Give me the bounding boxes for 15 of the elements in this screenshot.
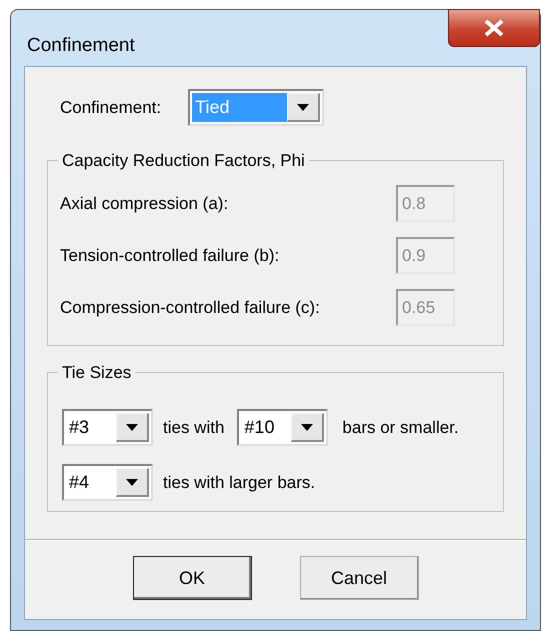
field-label: Axial compression (a): — [60, 192, 230, 215]
field-label: Tension-controlled failure (b): — [60, 244, 280, 267]
tie-text: bars or smaller. — [342, 416, 459, 439]
confinement-label: Confinement: — [60, 96, 162, 119]
field-label: Compression-controlled failure (c): — [60, 296, 321, 319]
close-icon — [483, 19, 505, 37]
dropdown[interactable]: #4 — [62, 464, 153, 501]
dialog-button[interactable]: OK — [132, 556, 252, 600]
dialog-button[interactable]: Cancel — [300, 556, 418, 600]
dropdown[interactable]: #10 — [237, 409, 328, 446]
window-title: Confinement — [27, 34, 135, 58]
tie-text: ties with — [163, 416, 224, 439]
tie-text: ties with larger bars. — [163, 472, 316, 494]
dropdown[interactable]: #3 — [62, 409, 153, 446]
close-button[interactable] — [448, 9, 540, 47]
